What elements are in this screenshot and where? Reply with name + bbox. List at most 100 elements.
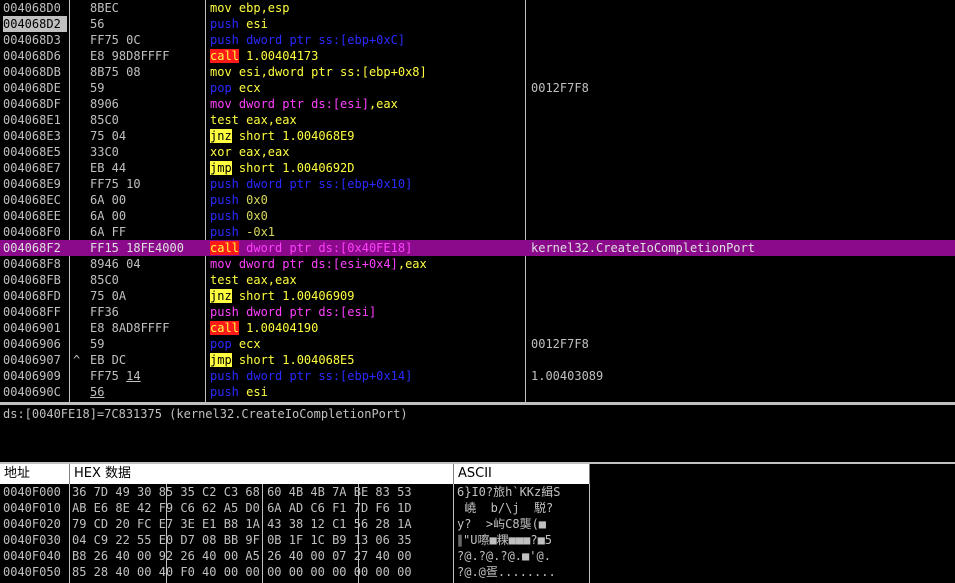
disasm-address: 004068E5 — [3, 145, 61, 159]
disasm-row[interactable]: 004068EC 6A 00 push 0x0 — [0, 192, 955, 208]
disasm-row[interactable]: 00406909 FF75 14 push dword ptr ss:[ebp+0x… — [0, 368, 955, 384]
disasm-hex: 8B75 08 — [90, 65, 141, 79]
dump-ascii: ?@.?@.?@.■'@. — [457, 549, 551, 563]
disasm-hex: 6A 00 — [90, 193, 127, 207]
disasm-instruction: push dword ptr ss:[ebp+0x14] — [210, 369, 413, 383]
dump-row[interactable]: 0040F040 B8 26 40 00 92 26 40 00 A5 26 40… — [0, 548, 955, 564]
dump-address: 0040F010 — [3, 501, 61, 515]
dump-address: 0040F000 — [3, 485, 61, 499]
disasm-address: 004068F0 — [3, 225, 61, 239]
disasm-hex: EB 44 — [90, 161, 127, 175]
disasm-hex: E8 98D8FFFF — [90, 49, 170, 63]
disasm-row[interactable]: 004068DE 59 pop ecx 0012F7F8 — [0, 80, 955, 96]
disasm-address: 004068DE — [3, 81, 61, 95]
disasm-hex: 59 — [90, 337, 105, 351]
disasm-row[interactable]: 004068D0 8BEC mov ebp,esp — [0, 0, 955, 16]
disasm-row[interactable]: 004068FD 75 0A jnz short 1.00406909 — [0, 288, 955, 304]
disasm-row[interactable]: 004068E9 FF75 10 push dword ptr ss:[ebp+0x… — [0, 176, 955, 192]
disasm-address: 004068E9 — [3, 177, 61, 191]
disasm-instruction: call dword ptr ds:[0x40FE18] — [210, 241, 413, 255]
dump-ascii: 嶢 b/\j 駾? — [457, 501, 554, 515]
dump-ascii: 6}I0?旅h`KKz緝S — [457, 485, 561, 499]
disasm-hex: 85C0 — [90, 113, 119, 127]
disasm-row[interactable]: 00406906 59 pop ecx 0012F7F8 — [0, 336, 955, 352]
dump-header: 地址 HEX 数据 ASCII — [0, 462, 955, 484]
disasm-row[interactable]: 004068E3 75 04 jnz short 1.004068E9 — [0, 128, 955, 144]
disasm-address: 004068E7 — [3, 161, 61, 175]
info-pane: ds:[0040FE18]=7C831375 (kernel32.CreateI… — [0, 402, 955, 462]
disasm-address: 00406907 — [3, 353, 61, 367]
disasm-row[interactable]: 00406901 E8 8AD8FFFF call 1.00404190 — [0, 320, 955, 336]
disasm-address: 004068D2 — [3, 16, 67, 32]
disasm-address: 004068FF — [3, 305, 61, 319]
disasm-hex: FF15 18FE4000 — [90, 241, 184, 255]
disasm-address: 004068D3 — [3, 33, 61, 47]
disasm-hex: 8BEC — [90, 1, 119, 15]
disasm-row[interactable]: 004068FB 85C0 test eax,eax — [0, 272, 955, 288]
disasm-row[interactable]: 004068F0 6A FF push -0x1 — [0, 224, 955, 240]
disasm-instruction: pop ecx — [210, 81, 261, 95]
disasm-instruction: push 0x0 — [210, 193, 268, 207]
disasm-hex: 75 04 — [90, 129, 127, 143]
disasm-instruction: pop ecx — [210, 337, 261, 351]
disasm-row[interactable]: 004068D6 E8 98D8FFFF call 1.00404173 — [0, 48, 955, 64]
disasm-hex: 85C0 — [90, 273, 119, 287]
dump-address: 0040F040 — [3, 549, 61, 563]
disasm-hex: FF36 — [90, 305, 119, 319]
disasm-row[interactable]: 004068F2 FF15 18FE4000 call dword ptr ds:[… — [0, 240, 955, 256]
dump-hex: 79 CD 20 FC E7 3E E1 B8 1A 43 38 12 C1 5… — [72, 517, 412, 531]
disasm-comment: 1.00403089 — [531, 369, 604, 383]
disasm-row[interactable]: 004068E5 33C0 xor eax,eax — [0, 144, 955, 160]
jump-marker: ^ — [73, 353, 81, 367]
disasm-row[interactable]: 004068DF 8906 mov dword ptr ds:[esi],eax — [0, 96, 955, 112]
disasm-instruction: mov dword ptr ds:[esi+0x4],eax — [210, 257, 427, 271]
disasm-row[interactable]: 00406907 ^ EB DC jmp short 1.004068E5 — [0, 352, 955, 368]
disasm-row[interactable]: 004068E7 EB 44 jmp short 1.0040692D — [0, 160, 955, 176]
disasm-row[interactable]: 004068D2 56 push esi — [0, 16, 955, 32]
disasm-row[interactable]: 004068D3 FF75 0C push dword ptr ss:[ebp+0x… — [0, 32, 955, 48]
disasm-address: 004068EC — [3, 193, 61, 207]
dump-row[interactable]: 0040F030 04 C9 22 55 E0 D7 08 BB 9F 0B 1F… — [0, 532, 955, 548]
memory-dump-pane[interactable]: 0040F000 36 7D 49 30 85 35 C2 C3 68 60 4B… — [0, 484, 955, 583]
dump-row[interactable]: 0040F000 36 7D 49 30 85 35 C2 C3 68 60 4B… — [0, 484, 955, 500]
disasm-address: 004068FD — [3, 289, 61, 303]
disasm-instruction: mov ebp,esp — [210, 1, 290, 15]
dump-hex: AB E6 8E 42 F9 C6 62 A5 D0 6A AD C6 F1 7… — [72, 501, 412, 515]
disasm-instruction: push esi — [210, 385, 268, 399]
disasm-row[interactable]: 004068DB 8B75 08 mov esi,dword ptr ss:[ebp… — [0, 64, 955, 80]
disasm-instruction: push 0x0 — [210, 209, 268, 223]
disasm-row[interactable]: 0040690C 56 push esi — [0, 384, 955, 400]
dump-header-ascii[interactable]: ASCII — [454, 464, 590, 484]
disasm-row[interactable]: 004068F8 8946 04 mov dword ptr ds:[esi+0x4… — [0, 256, 955, 272]
disasm-hex: 56 — [90, 17, 105, 31]
dump-header-hex[interactable]: HEX 数据 — [70, 464, 454, 484]
dump-header-address[interactable]: 地址 — [0, 464, 70, 484]
disasm-comment: kernel32.CreateIoCompletionPort — [531, 241, 755, 255]
disasm-instruction: push esi — [210, 17, 268, 31]
dump-hex: 36 7D 49 30 85 35 C2 C3 68 60 4B 4B 7A B… — [72, 485, 412, 499]
disasm-row[interactable]: 004068FF FF36 push dword ptr ds:[esi] — [0, 304, 955, 320]
disasm-address: 004068D0 — [3, 1, 61, 15]
disasm-comment: 0012F7F8 — [531, 81, 589, 95]
disasm-instruction: push dword ptr ss:[ebp+0xC] — [210, 33, 406, 47]
dump-row[interactable]: 0040F010 AB E6 8E 42 F9 C6 62 A5 D0 6A AD… — [0, 500, 955, 516]
disasm-row[interactable]: 004068EE 6A 00 push 0x0 — [0, 208, 955, 224]
disasm-instruction: jmp short 1.004068E5 — [210, 353, 355, 367]
disasm-address: 004068FB — [3, 273, 61, 287]
disasm-address: 004068EE — [3, 209, 61, 223]
disasm-hex: 8946 04 — [90, 257, 141, 271]
disasm-address: 0040690C — [3, 385, 61, 399]
disasm-address: 004068F2 — [3, 241, 61, 255]
disasm-row[interactable]: 004068E1 85C0 test eax,eax — [0, 112, 955, 128]
disassembly-pane[interactable]: 004068D0 8BEC mov ebp,esp 004068D2 56 push es… — [0, 0, 955, 402]
disasm-comment: 0012F7F8 — [531, 337, 589, 351]
disasm-instruction: push dword ptr ss:[ebp+0x10] — [210, 177, 413, 191]
dump-row[interactable]: 0040F050 85 28 40 00 40 F0 40 00 00 00 00… — [0, 564, 955, 580]
disasm-address: 00406906 — [3, 337, 61, 351]
dump-hex: B8 26 40 00 92 26 40 00 A5 26 40 00 07 2… — [72, 549, 412, 563]
disasm-hex: 75 0A — [90, 289, 127, 303]
disasm-hex: 56 — [90, 385, 105, 399]
dump-row[interactable]: 0040F020 79 CD 20 FC E7 3E E1 B8 1A 43 38… — [0, 516, 955, 532]
disasm-address: 004068D6 — [3, 49, 61, 63]
disasm-hex: FF75 0C — [90, 33, 141, 47]
